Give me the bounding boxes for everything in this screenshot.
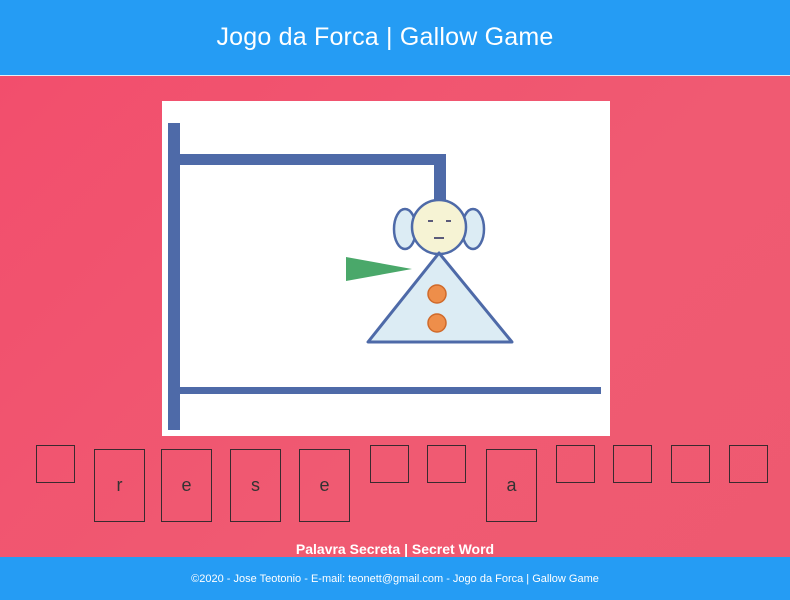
figure-button-top: [427, 284, 447, 304]
figure-button-bottom: [427, 313, 447, 333]
figure-hand: [346, 257, 412, 281]
gallows-base: [180, 387, 601, 394]
page-title: Jogo da Forca | Gallow Game: [216, 23, 554, 51]
figure-head: [410, 198, 468, 256]
secret-word-caption: Palavra Secreta | Secret Word: [295, 541, 495, 557]
letter-slot: [370, 445, 409, 483]
letter-slot: [36, 445, 75, 483]
letter-slot: e: [299, 449, 350, 522]
letter-slot: [729, 445, 768, 483]
letter-slot: [556, 445, 595, 483]
gallows-beam: [180, 154, 446, 165]
app-footer: ©2020 - Jose Teotonio - E-mail: teonett@…: [0, 557, 790, 600]
footer-text: ©2020 - Jose Teotonio - E-mail: teonett@…: [191, 572, 599, 585]
letter-slot: e: [161, 449, 212, 522]
letter-slot: s: [230, 449, 281, 522]
letter-slot: [613, 445, 652, 483]
app-header: Jogo da Forca | Gallow Game: [0, 0, 790, 76]
letter-slot: a: [486, 449, 537, 522]
letter-slot: [427, 445, 466, 483]
gallows-rope: [434, 161, 446, 203]
letter-slot: r: [94, 449, 145, 522]
gallows-post: [168, 123, 180, 430]
hangman-board: [162, 101, 610, 436]
hangman-drawing: [168, 123, 601, 430]
letter-slot: [671, 445, 710, 483]
